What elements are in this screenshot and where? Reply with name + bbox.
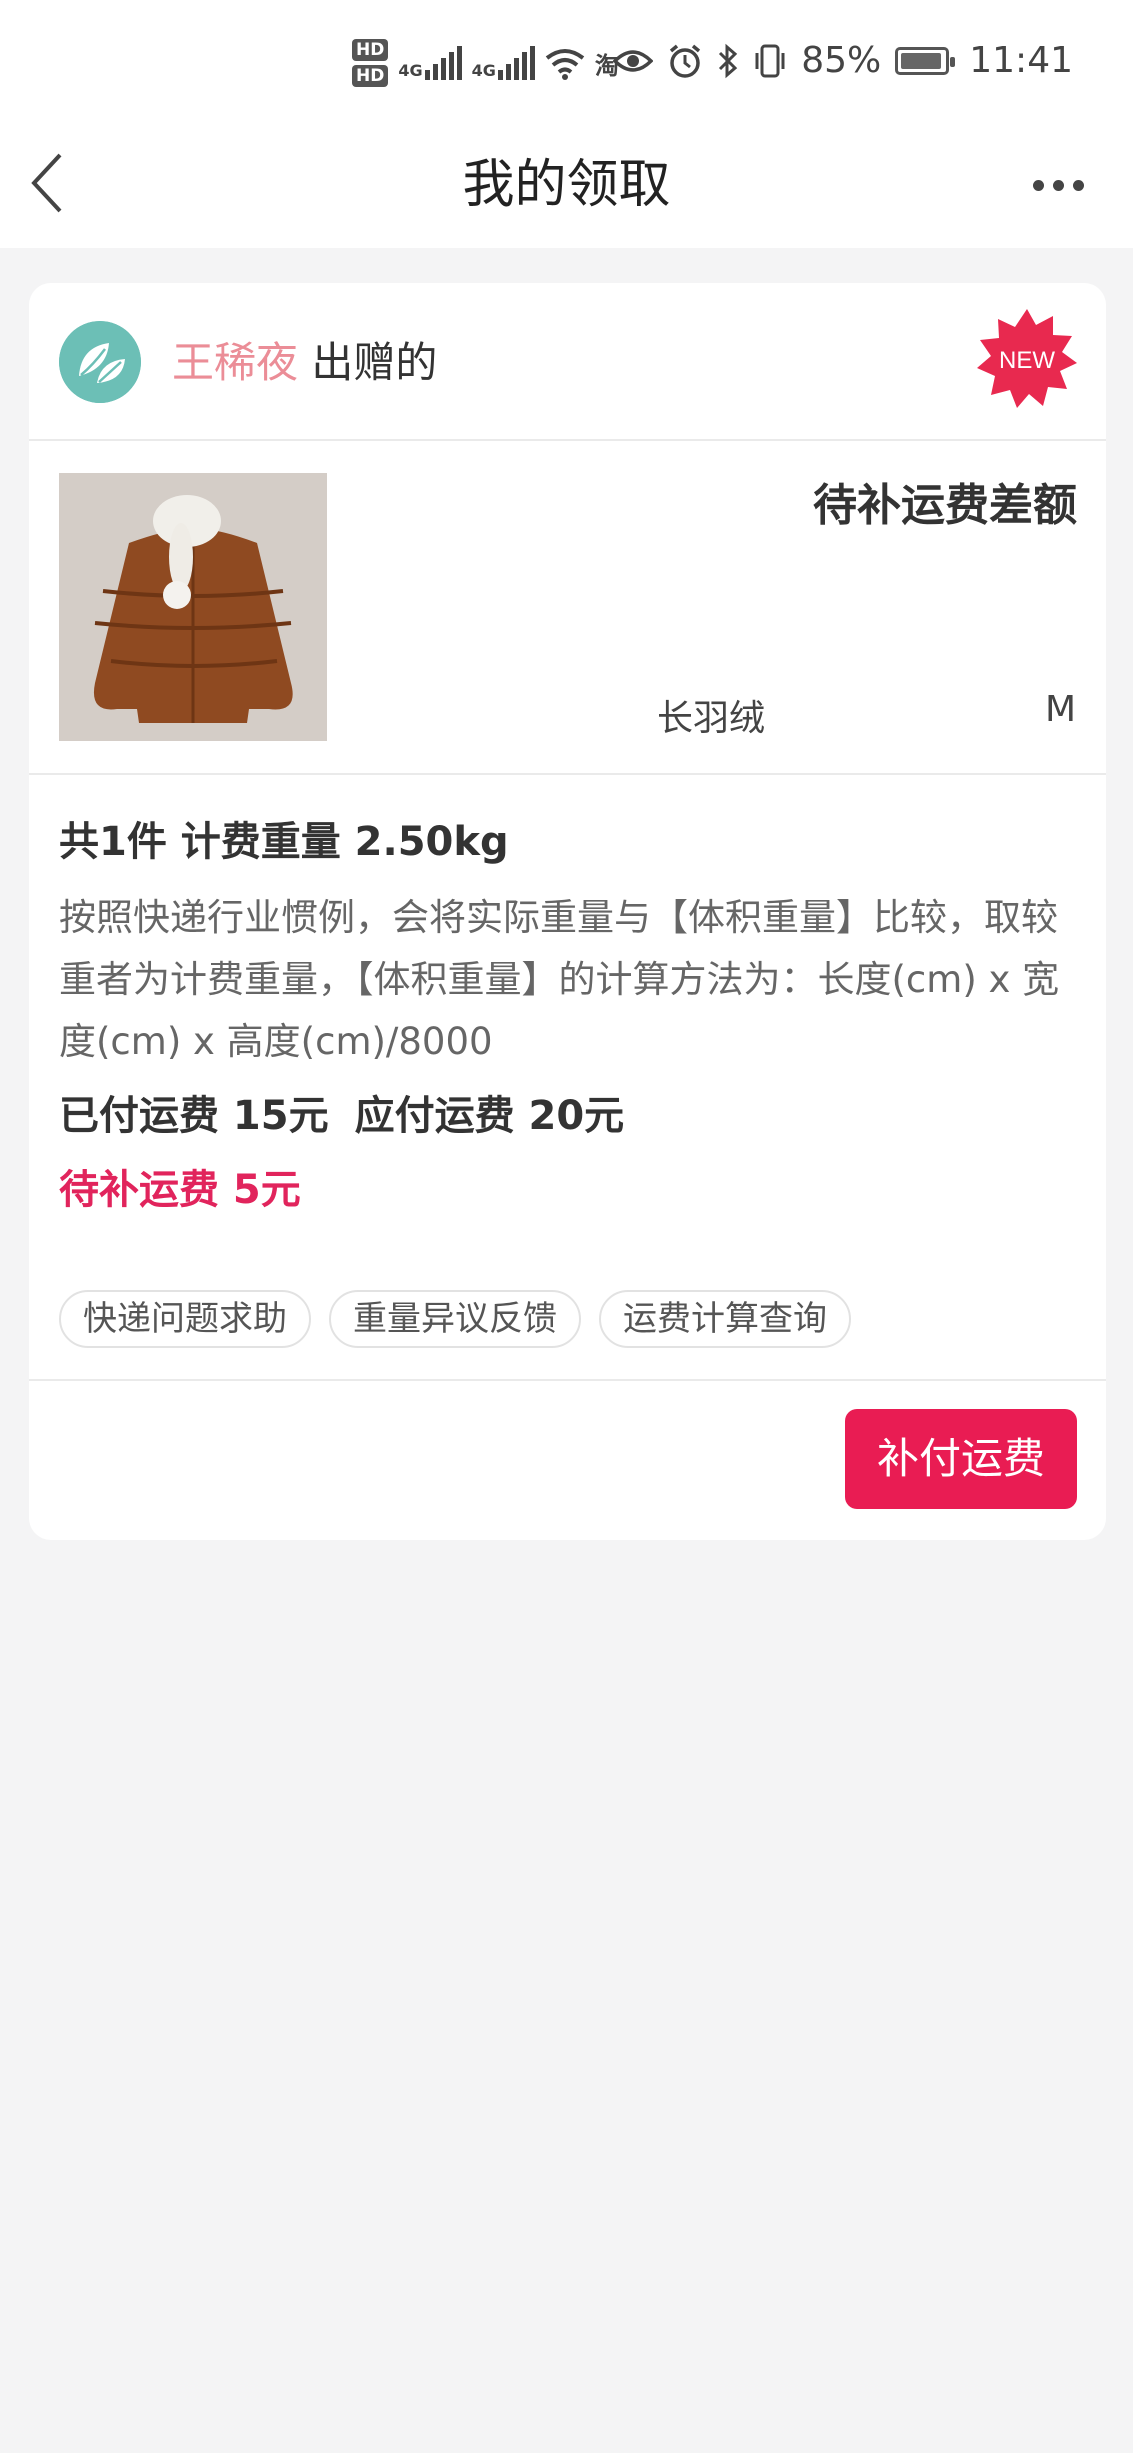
tag-fee-query[interactable]: 运费计算查询 xyxy=(599,1290,851,1348)
pay-shipping-button[interactable]: 补付运费 xyxy=(845,1409,1077,1509)
product-size: M xyxy=(1044,689,1076,730)
battery-percent: 85% xyxy=(801,40,882,81)
signal-1: 4G xyxy=(398,46,462,80)
signal-icon xyxy=(424,46,462,80)
giver-suffix: 出赠的 xyxy=(311,338,438,387)
shipping-info: 共1件 计费重量 2.50kg 按照快递行业惯例，会将实际重量与【体积重量】比较… xyxy=(59,811,1079,1221)
alarm-icon xyxy=(670,44,701,78)
battery-icon xyxy=(895,46,956,75)
due-fee: 待补运费 5元 xyxy=(59,1167,301,1213)
eye-icon xyxy=(613,49,654,72)
status-right: 85% 11:41 xyxy=(613,40,1073,81)
new-badge: NEW xyxy=(973,305,1081,413)
vibrate-icon xyxy=(755,44,785,77)
product-row[interactable]: 待补运费差额 长羽绒 M xyxy=(29,441,1106,775)
status-bar: HD HD 4G 4G 淘 85% 11:41 xyxy=(0,0,1133,125)
card-header: 王稀夜 出赠的 NEW xyxy=(29,283,1106,441)
paid-fee: 已付运费 15元 xyxy=(59,1093,329,1139)
claim-status: 待补运费差额 xyxy=(813,480,1077,531)
giver-line: 王稀夜 出赠的 xyxy=(172,328,437,398)
nav-bar: 我的领取 xyxy=(0,125,1133,248)
net2-label: 4G xyxy=(471,61,496,80)
status-left: HD HD 4G 4G 淘 xyxy=(352,30,619,96)
net1-label: 4G xyxy=(398,61,423,80)
starburst-icon: NEW xyxy=(977,309,1077,408)
avatar[interactable] xyxy=(59,321,141,403)
wifi-icon xyxy=(545,49,585,80)
count-weight: 共1件 计费重量 2.50kg xyxy=(59,819,509,865)
hd-indicators: HD HD xyxy=(352,39,389,87)
leaf-logo-icon xyxy=(59,321,141,403)
clock-time: 11:41 xyxy=(969,40,1073,81)
more-button[interactable] xyxy=(1023,155,1093,215)
product-image[interactable] xyxy=(59,473,327,741)
weight-description: 按照快递行业惯例，会将实际重量与【体积重量】比较，取较重者为计费重量，【体积重量… xyxy=(59,896,1060,1063)
goods-section: 待补运费差额 长羽绒 M 共1件 计费重量 2.50kg 按照快递行业惯例，会将… xyxy=(29,441,1106,1213)
signal-icon xyxy=(497,46,535,80)
more-dot xyxy=(1072,179,1084,191)
hd2-badge: HD xyxy=(352,65,389,87)
payable-fee: 应付运费 20元 xyxy=(354,1093,625,1139)
down-jacket-image xyxy=(59,473,327,741)
new-badge-text: NEW xyxy=(999,347,1055,374)
tag-weight-dispute[interactable]: 重量异议反馈 xyxy=(329,1290,581,1348)
tag-express-help[interactable]: 快递问题求助 xyxy=(59,1290,311,1348)
giver-name[interactable]: 王稀夜 xyxy=(172,338,298,387)
hd1-badge: HD xyxy=(352,39,389,61)
product-name: 长羽绒 xyxy=(657,698,766,739)
card-footer: 补付运费 xyxy=(29,1379,1106,1540)
help-tags: 快递问题求助 重量异议反馈 运费计算查询 xyxy=(59,1290,851,1348)
fee-line: 已付运费 15元 应付运费 20元 xyxy=(59,1085,1079,1147)
more-horizontal-icon xyxy=(1032,179,1044,191)
bluetooth-icon xyxy=(719,43,738,78)
page-title: 我的领取 xyxy=(462,155,671,215)
more-dot xyxy=(1052,179,1064,191)
signal-2: 4G xyxy=(472,46,535,80)
claim-card[interactable]: 王稀夜 出赠的 NEW 待补运费差额 长羽绒 M 共1件 计费重量 2.50kg… xyxy=(29,283,1106,1540)
